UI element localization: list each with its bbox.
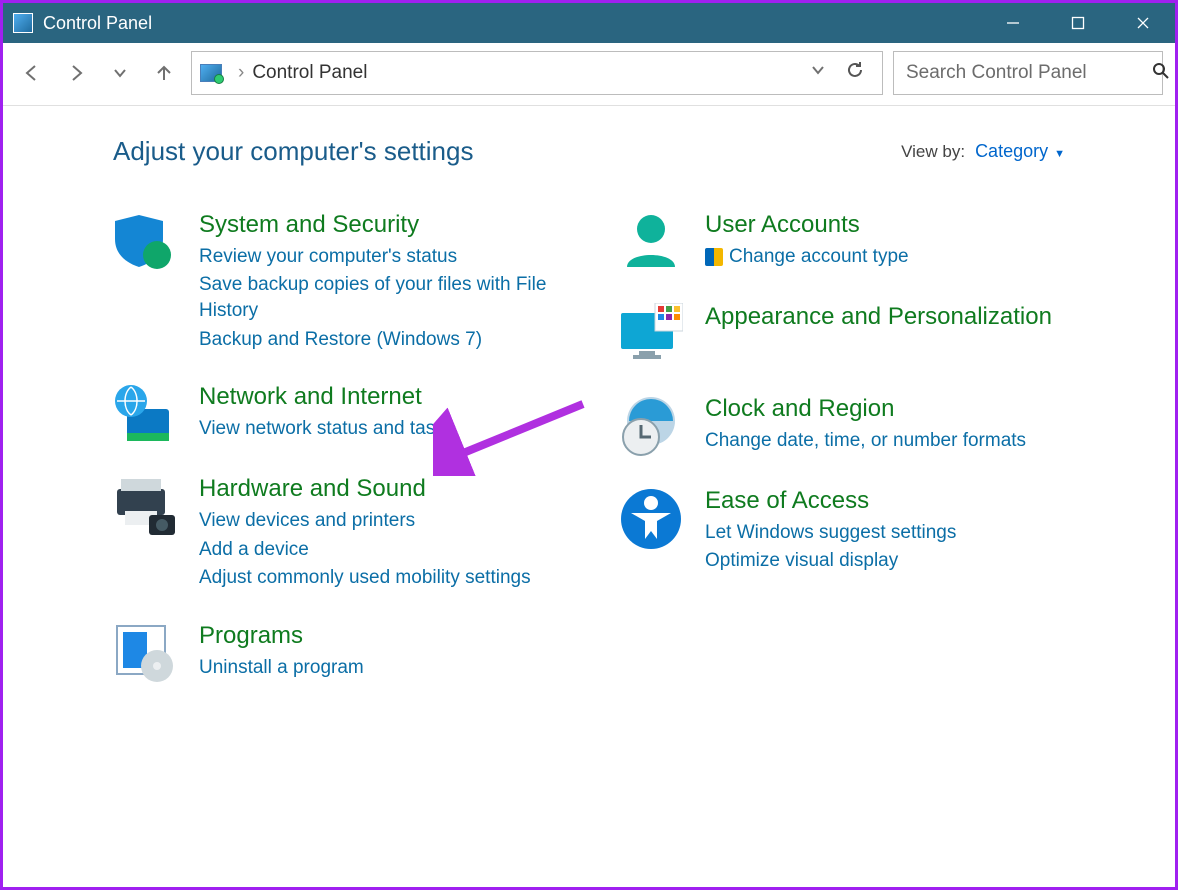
user-avatar-icon xyxy=(619,211,683,275)
control-panel-app-icon xyxy=(13,13,33,33)
page-headline: Adjust your computer's settings xyxy=(113,136,901,167)
hardware-and-sound-title[interactable]: Hardware and Sound xyxy=(199,475,531,504)
let-windows-suggest-settings-link[interactable]: Let Windows suggest settings xyxy=(705,520,956,546)
clock-region-icon xyxy=(619,395,683,459)
programs-title[interactable]: Programs xyxy=(199,622,364,651)
toolbar: › Control Panel xyxy=(3,43,1175,106)
control-panel-icon xyxy=(200,64,222,82)
system-and-security-title[interactable]: System and Security xyxy=(199,211,559,240)
forward-button[interactable] xyxy=(59,56,93,90)
window-title: Control Panel xyxy=(43,13,980,34)
view-network-status-link[interactable]: View network status and tasks xyxy=(199,416,454,442)
view-by-dropdown[interactable]: Category ▼ xyxy=(975,141,1065,162)
programs-category: Programs Uninstall a program xyxy=(113,622,559,686)
content-area: Adjust your computer's settings View by:… xyxy=(3,106,1175,714)
chevron-down-icon: ▼ xyxy=(1054,148,1065,160)
view-by-label: View by: xyxy=(901,142,965,162)
refresh-button[interactable] xyxy=(844,59,866,87)
view-by-value: Category xyxy=(975,141,1048,161)
breadcrumb-location[interactable]: Control Panel xyxy=(252,62,367,84)
ease-of-access-icon xyxy=(619,487,683,551)
maximize-button[interactable] xyxy=(1045,3,1110,43)
optimize-visual-display-link[interactable]: Optimize visual display xyxy=(705,548,956,574)
title-bar: Control Panel xyxy=(3,3,1175,43)
hardware-and-sound-category: Hardware and Sound View devices and prin… xyxy=(113,475,559,594)
programs-disc-icon xyxy=(113,622,177,686)
adjust-mobility-settings-link[interactable]: Adjust commonly used mobility settings xyxy=(199,565,531,591)
minimize-button[interactable] xyxy=(980,3,1045,43)
network-and-internet-category: Network and Internet View network status… xyxy=(113,383,559,447)
search-input[interactable] xyxy=(906,62,1151,84)
address-bar[interactable]: › Control Panel xyxy=(191,51,883,95)
user-accounts-category: User Accounts Change account type xyxy=(619,211,1065,275)
change-date-time-formats-link[interactable]: Change date, time, or number formats xyxy=(705,428,1026,454)
left-column: System and Security Review your computer… xyxy=(113,211,559,714)
appearance-and-personalization-title[interactable]: Appearance and Personalization xyxy=(705,303,1052,332)
clock-and-region-title[interactable]: Clock and Region xyxy=(705,395,1026,424)
user-accounts-title[interactable]: User Accounts xyxy=(705,211,909,240)
change-account-type-link[interactable]: Change account type xyxy=(705,244,909,270)
recent-locations-button[interactable] xyxy=(103,56,137,90)
right-column: User Accounts Change account type Appear… xyxy=(619,211,1065,714)
add-a-device-link[interactable]: Add a device xyxy=(199,537,531,563)
backup-and-restore-link[interactable]: Backup and Restore (Windows 7) xyxy=(199,327,559,353)
search-icon[interactable] xyxy=(1151,61,1171,86)
monitor-personalization-icon xyxy=(619,303,683,367)
printer-camera-icon xyxy=(113,475,177,539)
review-computer-status-link[interactable]: Review your computer's status xyxy=(199,244,559,270)
appearance-and-personalization-category: Appearance and Personalization xyxy=(619,303,1065,367)
system-and-security-category: System and Security Review your computer… xyxy=(113,211,559,355)
close-button[interactable] xyxy=(1110,3,1175,43)
save-backup-file-history-link[interactable]: Save backup copies of your files with Fi… xyxy=(199,272,559,323)
ease-of-access-category: Ease of Access Let Windows suggest setti… xyxy=(619,487,1065,577)
uninstall-a-program-link[interactable]: Uninstall a program xyxy=(199,655,364,681)
uac-shield-icon xyxy=(705,248,723,266)
network-globe-icon xyxy=(113,383,177,447)
view-devices-and-printers-link[interactable]: View devices and printers xyxy=(199,508,531,534)
up-button[interactable] xyxy=(147,56,181,90)
ease-of-access-title[interactable]: Ease of Access xyxy=(705,487,956,516)
back-button[interactable] xyxy=(15,56,49,90)
network-and-internet-title[interactable]: Network and Internet xyxy=(199,383,454,412)
breadcrumb-separator-icon: › xyxy=(238,62,244,84)
clock-and-region-category: Clock and Region Change date, time, or n… xyxy=(619,395,1065,459)
shield-security-icon xyxy=(113,211,177,275)
search-box[interactable] xyxy=(893,51,1163,95)
address-dropdown-icon[interactable] xyxy=(810,62,826,84)
